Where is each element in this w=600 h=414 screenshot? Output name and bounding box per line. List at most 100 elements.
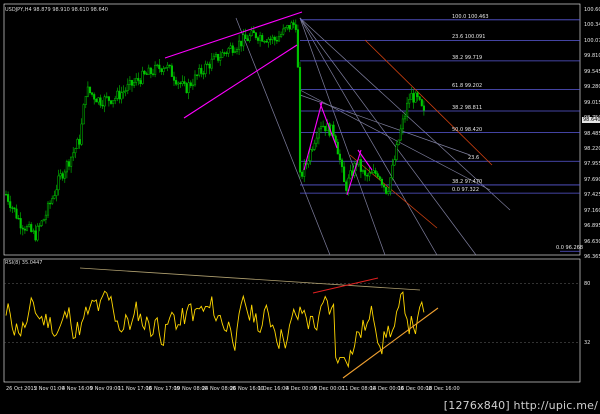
candle-body [267,38,270,43]
candle-body [9,201,12,208]
candle-body [315,137,318,144]
candle-body [420,99,423,107]
candle-body [292,22,295,25]
candle-body [244,34,247,40]
rsi-axis-tick: 80 [584,280,591,287]
candle-body [34,230,37,241]
candle-body [95,98,98,103]
candle-body [282,28,285,35]
candle-body [147,67,150,75]
candle-body [114,98,117,101]
candle-body [324,125,327,132]
candle-body [271,36,274,40]
candle-body [175,80,178,85]
candle-body [336,141,339,155]
fib-level-label: 38.2 97.470 [452,178,483,185]
candle-body [170,65,173,77]
price-chart[interactable] [0,0,600,414]
candle-body [145,73,148,75]
candle-body [86,86,89,97]
candle-body [177,82,180,85]
candle-body [36,225,39,241]
candle-body [238,40,241,50]
candle-body [254,32,257,38]
candle-body [82,104,85,125]
fib-level-label: 23.6 [468,155,480,162]
candle-body [414,92,417,103]
price-axis-tick: 99.280 [584,84,600,91]
candle-body [391,164,394,179]
candle-body [307,160,310,165]
candle-body [141,70,144,84]
candle-body [259,35,262,41]
price-axis-tick: 100.340 [584,22,600,29]
candle-body [23,228,26,231]
price-panel-border [3,3,581,256]
fib-level-label: 0.0 96.268 [556,245,584,252]
candle-body [179,82,182,85]
candle-body [397,139,400,145]
candle-body [219,57,222,61]
candle-body [130,80,134,86]
candle-body [317,128,320,139]
candle-body [65,161,68,173]
candle-body [172,76,176,81]
candle-body [389,177,392,192]
candle-body [46,202,50,216]
candle-body [78,139,81,145]
candle-body [265,40,268,43]
candle-body [32,230,35,232]
candle-body [162,68,165,72]
candle-body [311,149,314,151]
candle-body [139,80,142,84]
candle-body [217,53,220,61]
candle-body [290,22,293,30]
fib-level-label: 23.6 100.091 [452,34,486,41]
candle-body [263,40,266,43]
fib-fan-line [299,94,471,156]
candle-body [88,86,92,93]
candle-body [116,90,119,99]
time-axis-label: 4 Nov 16:00 [62,386,93,392]
watermark: [1276x840] http://upic.me/ [443,399,598,412]
candle-body [67,161,71,167]
candle-body [189,82,192,87]
time-axis-label: 18 Dec 16:00 [426,386,460,392]
price-axis-tick: 96.895 [584,223,600,230]
candle-body [229,45,232,49]
rsi-divergence-line [312,277,379,294]
candle-body [403,115,407,120]
candle-body [91,92,94,95]
candle-body [401,118,404,130]
candle-body [93,94,96,100]
fib-fan-line [299,17,438,256]
candle-body [225,52,228,54]
candle-body [294,24,297,30]
candle-body [385,186,388,194]
candle-body [204,63,207,75]
candle-body [53,195,56,199]
rsi-panel-border [3,258,581,383]
candle-body [277,36,281,42]
candle-body [340,159,344,168]
candle-body [332,124,335,137]
price-axis-tick: 97.160 [584,207,600,214]
candle-body [143,70,146,75]
candle-body [196,74,199,77]
candle-body [206,63,209,66]
candle-body [149,67,152,75]
fib-level-label: 0.0 97.322 [452,187,480,194]
candle-body [418,96,421,100]
candle-body [28,224,31,227]
candle-body [15,208,18,219]
candle-body [166,64,169,68]
candle-body [250,30,253,36]
candle-body [44,214,47,220]
candle-body [7,194,10,202]
price-chart-title: USDJPY,H4 98.879 98.910 98.610 98.640 [5,7,108,13]
candle-body [30,224,33,232]
trading-chart-window: USDJPY,H4 98.879 98.910 98.610 98.640 RS… [0,0,600,414]
candle-body [137,78,140,81]
candle-body [187,82,190,94]
candle-body [42,219,45,222]
